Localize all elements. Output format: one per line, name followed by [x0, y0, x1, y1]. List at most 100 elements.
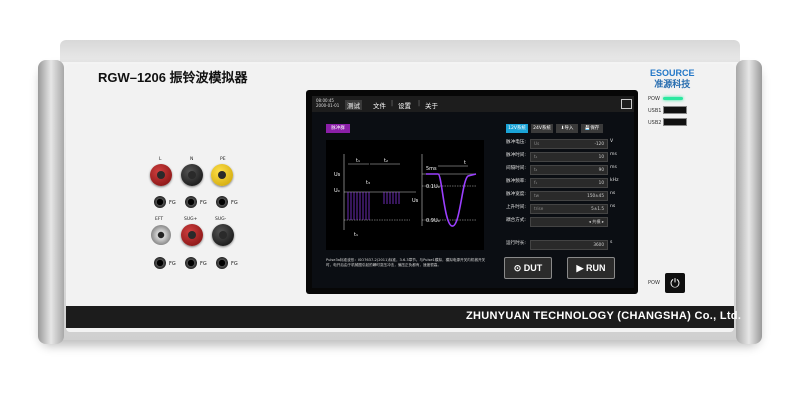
terminal-label-n: N: [190, 157, 194, 162]
param-ph-interval: t₂: [534, 167, 538, 172]
eft-bnc-connector[interactable]: [151, 225, 171, 245]
run-label: RUN: [585, 263, 606, 273]
pulse-group-button[interactable]: 脉冲群: [326, 124, 350, 133]
terminal-label-sug-plus: SUG+: [184, 217, 198, 222]
param-label-coupling: 耦合方式:: [506, 218, 526, 223]
model-title: RGW–1206 振铃波模拟器: [98, 70, 248, 85]
play-icon: ▶: [576, 263, 586, 273]
tab-test[interactable]: 测试: [345, 100, 362, 110]
screen-clock: 08:00:45 2000-01-01: [316, 98, 339, 108]
param-label-rise: 上升时间:: [506, 205, 526, 210]
param-field-voltage[interactable]: Us -120: [530, 139, 608, 149]
fg-jack-5[interactable]: [185, 257, 197, 269]
param-unit-width: ns: [610, 191, 616, 196]
param-ph-pulse-time: t₁: [534, 154, 538, 159]
mode-12v-button[interactable]: 12V系统: [506, 124, 528, 133]
power-icon: ⏻: [670, 276, 680, 290]
wave-label-09u0: 0.9U₀: [426, 218, 440, 224]
wave-label-t1: t₁: [356, 158, 360, 164]
import-button[interactable]: ⬇导入: [556, 124, 578, 133]
usb1-port[interactable]: [663, 106, 687, 114]
coupling-select[interactable]: ◂ 共模 ▸: [530, 217, 608, 227]
param-field-width[interactable]: tw 150±45: [530, 191, 608, 201]
param-ph-voltage: Us: [534, 141, 540, 146]
coupling-value: ◂ 共模 ▸: [588, 219, 604, 224]
fg-label-1: FG: [169, 200, 176, 206]
wave-label-us2: Us: [412, 198, 419, 204]
tab-separator: |: [391, 100, 394, 107]
wave-label-t3: t₃: [366, 180, 370, 186]
usb2-port[interactable]: [663, 118, 687, 126]
usb1-label: USB1: [648, 108, 662, 114]
param-label-width: 脉冲宽度:: [506, 192, 526, 197]
param-value-frequency: 10: [598, 180, 604, 185]
terminal-sug-minus-jack[interactable]: [212, 224, 234, 246]
param-unit-voltage: V: [610, 139, 614, 144]
param-ph-width: tw: [534, 193, 540, 198]
param-unit-pulse-time: ms: [610, 152, 617, 157]
param-ph-rise: trise: [534, 206, 544, 211]
param-label-frequency: 脉冲频率:: [506, 179, 526, 184]
dut-icon: ⊙: [513, 263, 524, 273]
run-button[interactable]: ▶ RUN: [567, 257, 615, 279]
tab-file[interactable]: 文件: [373, 100, 386, 110]
param-value-pulse-time: 10: [598, 154, 604, 159]
screen-monitor-icon[interactable]: [621, 99, 632, 109]
pow-indicator-label: POW: [648, 96, 660, 102]
footer-company: ZHUNYUAN TECHNOLOGY (CHANGSHA) Co., Ltd.: [466, 310, 742, 322]
param-value-duration: 3600: [593, 242, 604, 247]
terminal-sug-plus-jack[interactable]: [181, 224, 203, 246]
wave-label-t1b: t₁: [354, 232, 358, 238]
fg-jack-6[interactable]: [216, 257, 228, 269]
param-label-interval: 间隔时间:: [506, 166, 526, 171]
wave-label-us: Us: [334, 172, 341, 178]
param-label-duration: 运行时长:: [506, 241, 526, 246]
fg-jack-1[interactable]: [154, 196, 166, 208]
param-label-pulse-time: 脉冲时间:: [506, 153, 526, 158]
power-button-label: POW: [648, 280, 660, 286]
param-ph-frequency: f₁: [534, 180, 538, 185]
fg-jack-4[interactable]: [154, 257, 166, 269]
tab-separator: |: [418, 100, 421, 107]
power-button[interactable]: ⏻: [665, 273, 685, 293]
left-handle: [38, 60, 64, 344]
right-handle: [736, 60, 762, 344]
wave-label-01u0: 0.1U₀: [426, 184, 440, 190]
param-unit-interval: ms: [610, 165, 617, 170]
wave-label-tw: t: [464, 160, 466, 166]
fg-label-3: FG: [231, 200, 238, 206]
param-field-duration[interactable]: 3600: [530, 240, 608, 250]
fg-jack-3[interactable]: [216, 196, 228, 208]
waveform-diagram: Us U₀ t₁ t₂ t₃ t₁ 5ms 0.1U₀ 0.9U₀ Us t: [326, 140, 484, 250]
wave-label-t2: t₂: [384, 158, 388, 164]
usb2-label: USB2: [648, 120, 662, 126]
mode-24v-button[interactable]: 24V系统: [531, 124, 553, 133]
param-value-rise: 5±1.5: [591, 206, 604, 211]
terminal-l-jack[interactable]: [150, 164, 172, 186]
fg-jack-2[interactable]: [185, 196, 197, 208]
param-field-frequency[interactable]: f₁ 10: [530, 178, 608, 188]
fg-label-6: FG: [231, 261, 238, 267]
wave-label-u0: U₀: [334, 188, 340, 194]
terminal-label-eft: EFT: [155, 217, 164, 222]
brand-logo: ESOURCE 准源科技: [650, 68, 695, 90]
param-unit-duration: s: [610, 240, 613, 245]
clock-date: 2000-01-01: [316, 103, 340, 108]
param-unit-rise: ns: [610, 204, 616, 209]
param-value-voltage: -120: [594, 141, 604, 146]
wave-label-5ms: 5ms: [426, 166, 437, 172]
param-field-interval[interactable]: t₂ 90: [530, 165, 608, 175]
dut-button[interactable]: ⊙ DUT: [504, 257, 552, 279]
terminal-n-jack[interactable]: [181, 164, 203, 186]
param-field-pulse-time[interactable]: t₁ 10: [530, 152, 608, 162]
terminal-pe-jack[interactable]: [211, 164, 233, 186]
tab-about[interactable]: 关于: [425, 100, 438, 110]
fg-label-5: FG: [200, 261, 207, 267]
terminal-label-sug-minus: SUG-: [215, 217, 227, 222]
param-field-rise[interactable]: trise 5±1.5: [530, 204, 608, 214]
save-button[interactable]: 💾保存: [581, 124, 603, 133]
waveform-description: Pulse3a标准波形：ISO7637-2(2011)标准，3.6.3章节。与P…: [326, 258, 486, 268]
waveform-svg: Us U₀ t₁ t₂ t₃ t₁ 5ms 0.1U₀ 0.9U₀ Us t: [334, 154, 477, 238]
tab-settings[interactable]: 设置: [398, 100, 411, 110]
param-value-width: 150±45: [587, 193, 604, 198]
